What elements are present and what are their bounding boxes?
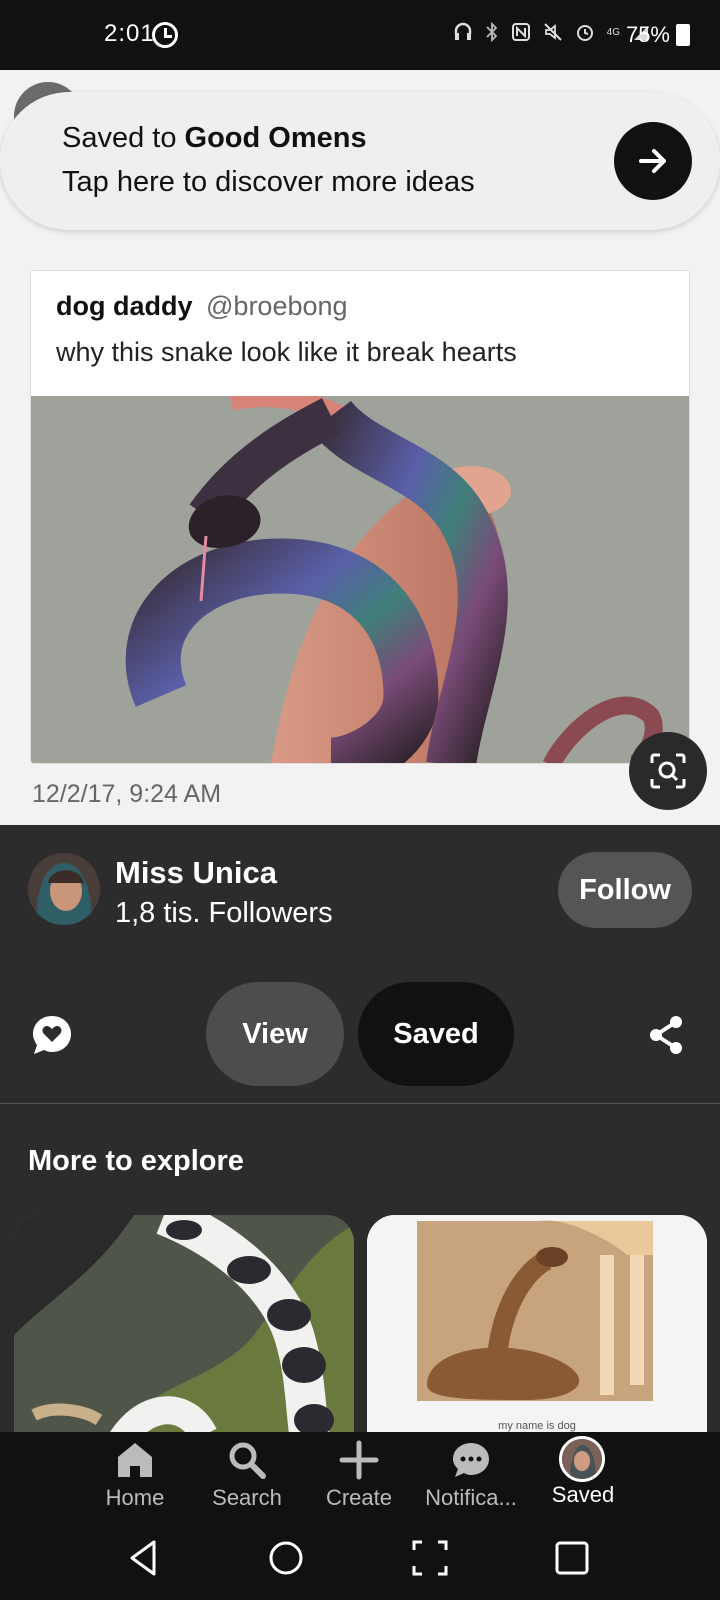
tweet-handle: @broebong <box>206 291 348 321</box>
nav-create[interactable]: Create <box>304 1432 414 1516</box>
nav-saved[interactable]: Saved <box>528 1432 638 1516</box>
toast-saved-prefix: Saved to <box>62 122 185 154</box>
toast-arrow-button[interactable] <box>614 122 692 200</box>
bottom-nav: Home Search Create Notifica... Saved <box>0 1432 720 1516</box>
nav-create-label: Create <box>325 1485 393 1510</box>
recents-icon[interactable] <box>552 1538 592 1578</box>
follow-button[interactable]: Follow <box>558 852 692 928</box>
creator-followers: 1,8 tis. Followers <box>115 897 333 929</box>
alarm-icon <box>576 25 593 41</box>
saved-button[interactable]: Saved <box>358 982 514 1086</box>
share-icon[interactable] <box>648 1015 684 1060</box>
snake-photo-2 <box>14 1215 354 1455</box>
avatar-image <box>28 853 100 925</box>
pin-details-panel: Miss Unica 1,8 tis. Followers Follow Vie… <box>0 825 720 1455</box>
pin-image[interactable]: dog daddy @broebong why this snake look … <box>30 270 690 764</box>
saved-toast[interactable]: Saved to Good Omens Tap here to discover… <box>0 92 720 230</box>
explore-pin-2[interactable]: my name is dog <box>367 1215 707 1455</box>
back-icon[interactable] <box>124 1538 164 1578</box>
plus-icon <box>339 1440 379 1480</box>
tweet-text: why this snake look like it break hearts <box>56 337 517 367</box>
explore-pin-1[interactable] <box>14 1215 354 1455</box>
nav-saved-label: Saved <box>551 1482 615 1507</box>
divider <box>0 1103 720 1104</box>
home-icon <box>118 1443 152 1477</box>
creator-avatar[interactable] <box>28 853 100 925</box>
status-bar: 2:01 4G 75% <box>0 0 720 70</box>
tweet-header: dog daddy @broebong <box>56 291 348 322</box>
pin-area: Saved to Good Omens Tap here to discover… <box>0 70 720 825</box>
visual-search-button[interactable] <box>629 732 707 810</box>
status-icons: 4G <box>453 22 650 42</box>
screenshot-icon[interactable] <box>410 1538 450 1578</box>
status-time: 2:01 <box>104 20 155 47</box>
tweet-name: dog daddy <box>56 291 193 321</box>
home-circle-icon[interactable] <box>266 1538 306 1578</box>
network-label: 4G <box>606 26 620 38</box>
alarm-clock-icon <box>152 22 178 48</box>
tweet-date: 12/2/17, 9:24 AM <box>32 780 222 808</box>
profile-avatar-icon <box>559 1436 605 1482</box>
toast-subtitle: Tap here to discover more ideas <box>62 166 475 198</box>
nfc-icon <box>511 23 530 41</box>
nav-notifications-label: Notifica... <box>425 1485 517 1510</box>
mute-icon <box>543 23 562 41</box>
nav-notifications[interactable]: Notifica... <box>416 1432 526 1516</box>
view-button[interactable]: View <box>206 982 344 1086</box>
nav-search[interactable]: Search <box>192 1432 302 1516</box>
nav-home[interactable]: Home <box>80 1432 190 1516</box>
nav-home-label: Home <box>105 1485 165 1510</box>
bluetooth-icon <box>486 22 497 42</box>
battery-icon <box>676 24 690 46</box>
explore-pin-2-caption: my name is dog <box>498 1420 576 1432</box>
battery-percent: 75% <box>625 22 670 47</box>
dog-snake-photo <box>367 1215 707 1455</box>
headphones-icon <box>454 22 471 40</box>
snake-illustration <box>31 387 689 763</box>
message-icon <box>453 1443 489 1477</box>
creator-name[interactable]: Miss Unica <box>115 855 277 891</box>
more-to-explore-title: More to explore <box>28 1145 244 1177</box>
comment-icon[interactable] <box>30 1013 74 1062</box>
toast-saved-text: Saved to Good Omens <box>62 122 367 155</box>
search-icon <box>229 1442 266 1479</box>
lens-icon <box>650 753 686 789</box>
snake-photo <box>31 387 689 763</box>
system-nav-bar <box>0 1516 720 1600</box>
toast-board-name: Good Omens <box>184 122 367 154</box>
nav-search-label: Search <box>212 1485 282 1510</box>
arrow-right-icon <box>639 149 666 173</box>
